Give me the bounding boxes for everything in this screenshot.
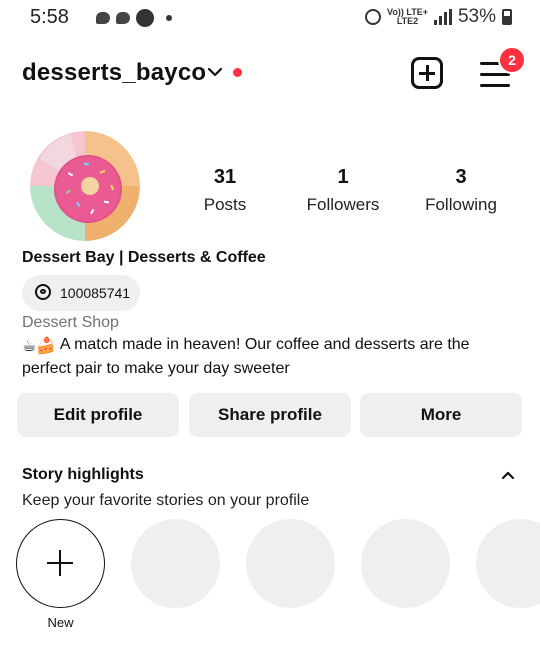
more-button[interactable]: More xyxy=(360,393,522,437)
donut-profile-image xyxy=(30,131,140,241)
followers-label: Followers xyxy=(306,195,380,214)
status-time: 5:58 xyxy=(30,6,69,28)
avatar[interactable] xyxy=(30,131,140,241)
following-label: Following xyxy=(425,195,497,214)
battery-percent: 53% xyxy=(457,6,496,27)
edit-profile-button[interactable]: Edit profile xyxy=(17,393,179,437)
posts-label: Posts xyxy=(203,195,247,214)
highlight-placeholder xyxy=(361,519,450,608)
profile-category: Dessert Shop xyxy=(22,314,119,331)
username-switcher[interactable]: desserts_bayco xyxy=(22,59,206,87)
network-label-bottom: LTE2 xyxy=(396,16,419,26)
network-indicator: Vo)) LTE+ LTE2 xyxy=(387,8,428,26)
notification-dot xyxy=(233,68,242,77)
bio-text: A match made in heaven! Our coffee and d… xyxy=(22,336,470,377)
profile-full-name: Dessert Bay | Desserts & Coffee xyxy=(22,249,266,266)
story-highlights-title: Story highlights xyxy=(22,466,144,483)
story-highlights-subtitle: Keep your favorite stories on your profi… xyxy=(22,492,310,509)
phone-icon xyxy=(136,9,154,27)
battery-icon xyxy=(502,9,512,25)
system-icons: Vo)) LTE+ LTE2 53% xyxy=(365,6,512,28)
following-value: 3 xyxy=(455,166,467,188)
share-profile-button[interactable]: Share profile xyxy=(189,393,351,437)
message-icon xyxy=(96,12,110,24)
create-post-button[interactable] xyxy=(411,57,443,89)
highlight-placeholder xyxy=(131,519,220,608)
threads-icon xyxy=(35,284,51,300)
signal-icon xyxy=(433,9,452,25)
status-bar: 5:58 Vo)) LTE+ LTE2 53% xyxy=(0,0,540,34)
followers-value: 1 xyxy=(337,166,349,188)
bio-emoji: ☕🍰 xyxy=(22,338,57,355)
following-count[interactable]: 3 Following xyxy=(401,166,521,215)
threads-badge-button[interactable]: 100085741 xyxy=(22,275,140,311)
posts-value: 31 xyxy=(213,166,237,188)
new-highlight-button[interactable] xyxy=(16,519,105,608)
profile-bio: ☕🍰 A match made in heaven! Our coffee an… xyxy=(22,334,502,380)
highlight-placeholder xyxy=(246,519,335,608)
threads-handle: 100085741 xyxy=(60,285,131,301)
chevron-up-icon[interactable] xyxy=(500,469,516,481)
new-highlight-label: New xyxy=(47,615,74,630)
notification-icons xyxy=(96,9,172,27)
chat-icon xyxy=(116,12,130,24)
menu-badge: 2 xyxy=(498,46,526,74)
highlight-placeholder xyxy=(476,519,540,608)
chevron-down-icon[interactable] xyxy=(207,66,223,78)
posts-count[interactable]: 31 Posts xyxy=(165,166,285,215)
followers-count[interactable]: 1 Followers xyxy=(283,166,403,215)
alarm-icon xyxy=(365,9,382,25)
more-notifications-dot-icon xyxy=(166,15,172,21)
